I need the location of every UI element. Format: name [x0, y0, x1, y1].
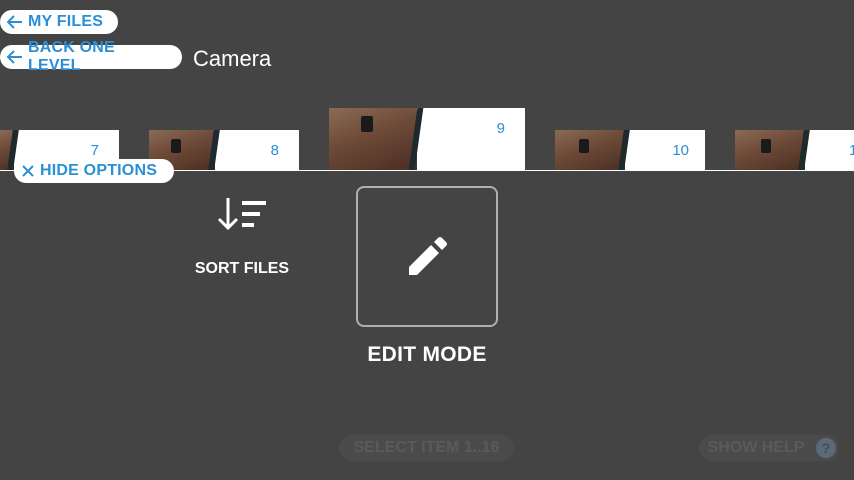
- thumbnail-number: 10: [672, 142, 689, 159]
- back-one-level-label: BACK ONE LEVEL: [27, 39, 115, 74]
- thumbnail-number: 9: [496, 120, 505, 137]
- arrow-left-icon: [7, 50, 22, 64]
- back-one-level-button[interactable]: BACK ONE LEVEL: [0, 39, 182, 74]
- thumbnail-item[interactable]: 1: [735, 130, 854, 170]
- hide-options-button[interactable]: HIDE OPTIONS: [14, 159, 174, 183]
- thumbnail-item-selected[interactable]: 9: [329, 108, 525, 170]
- arrow-left-icon: [7, 15, 22, 29]
- thumbnail-item[interactable]: 10: [555, 130, 705, 170]
- edit-mode-label: EDIT MODE: [367, 343, 487, 366]
- my-files-button[interactable]: MY FILES: [0, 10, 118, 34]
- sort-files-label: SORT FILES: [194, 260, 290, 277]
- sort-descending-icon: [217, 198, 266, 231]
- close-icon: [22, 165, 34, 177]
- thumbnail-number: 8: [270, 142, 279, 159]
- folder-title: Camera: [193, 46, 272, 71]
- sort-files-button[interactable]: SORT FILES: [190, 195, 294, 278]
- thumbnail-number: 1: [849, 142, 854, 159]
- select-item-label: SELECT ITEM 1..16: [353, 439, 500, 456]
- show-help-label: SHOW HELP: [707, 439, 805, 456]
- hide-options-label: HIDE OPTIONS: [40, 162, 158, 179]
- select-item-button[interactable]: SELECT ITEM 1..16: [339, 435, 514, 461]
- show-help-button[interactable]: SHOW HELP ?: [699, 435, 839, 461]
- my-files-label: MY FILES: [28, 13, 104, 30]
- pencil-icon: [409, 236, 447, 275]
- edit-mode-button[interactable]: [356, 186, 498, 327]
- thumbnail-number: 7: [90, 142, 99, 159]
- help-icon: ?: [816, 438, 836, 458]
